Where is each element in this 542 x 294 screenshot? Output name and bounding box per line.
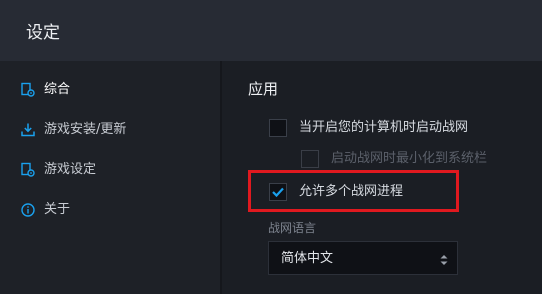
sidebar-item-label: 综合 (44, 82, 71, 97)
launch-on-startup-option[interactable]: 当开启您的计算机时启动战网 (269, 119, 499, 141)
multiple-instances-option[interactable]: 允许多个战网进程 (269, 183, 449, 205)
minimize-to-tray-label: 启动战网时最小化到系统栏 (331, 151, 488, 166)
general-settings-icon (20, 82, 36, 98)
sidebar-item-game-install-update[interactable]: 游戏安装/更新 (0, 114, 220, 146)
game-settings-icon (20, 162, 36, 178)
settings-window: 设定 综合 游戏安装/更新 游戏设定 关于 应用 当开启您的计算机时启动战网 启… (0, 0, 542, 294)
multiple-instances-label: 允许多个战网进程 (299, 184, 404, 199)
language-select-value: 简体中文 (281, 251, 334, 266)
sidebar-item-about[interactable]: 关于 (0, 194, 220, 226)
checkmark-icon (272, 187, 284, 198)
select-arrows-icon (439, 252, 449, 266)
multiple-instances-checkbox[interactable] (269, 183, 287, 201)
sidebar-item-game-settings[interactable]: 游戏设定 (0, 154, 220, 186)
sidebar-item-label: 游戏安装/更新 (44, 122, 127, 137)
sidebar-item-general[interactable]: 综合 (0, 74, 220, 106)
title-bar: 设定 (0, 0, 542, 61)
sidebar: 综合 游戏安装/更新 游戏设定 关于 (0, 61, 220, 294)
minimize-to-tray-checkbox (301, 150, 319, 168)
window-title: 设定 (26, 23, 60, 43)
language-field-label: 战网语言 (268, 221, 317, 235)
settings-content: 应用 当开启您的计算机时启动战网 启动战网时最小化到系统栏 允许多个战网进程 战… (222, 61, 542, 294)
language-select[interactable]: 简体中文 (268, 241, 458, 275)
minimize-to-tray-option: 启动战网时最小化到系统栏 (301, 150, 531, 172)
sidebar-item-label: 游戏设定 (44, 162, 97, 177)
section-title: 应用 (248, 80, 279, 98)
info-icon (20, 202, 36, 218)
launch-on-startup-label: 当开启您的计算机时启动战网 (299, 120, 469, 135)
sidebar-item-label: 关于 (44, 202, 71, 217)
download-icon (20, 122, 36, 138)
launch-on-startup-checkbox[interactable] (269, 119, 287, 137)
